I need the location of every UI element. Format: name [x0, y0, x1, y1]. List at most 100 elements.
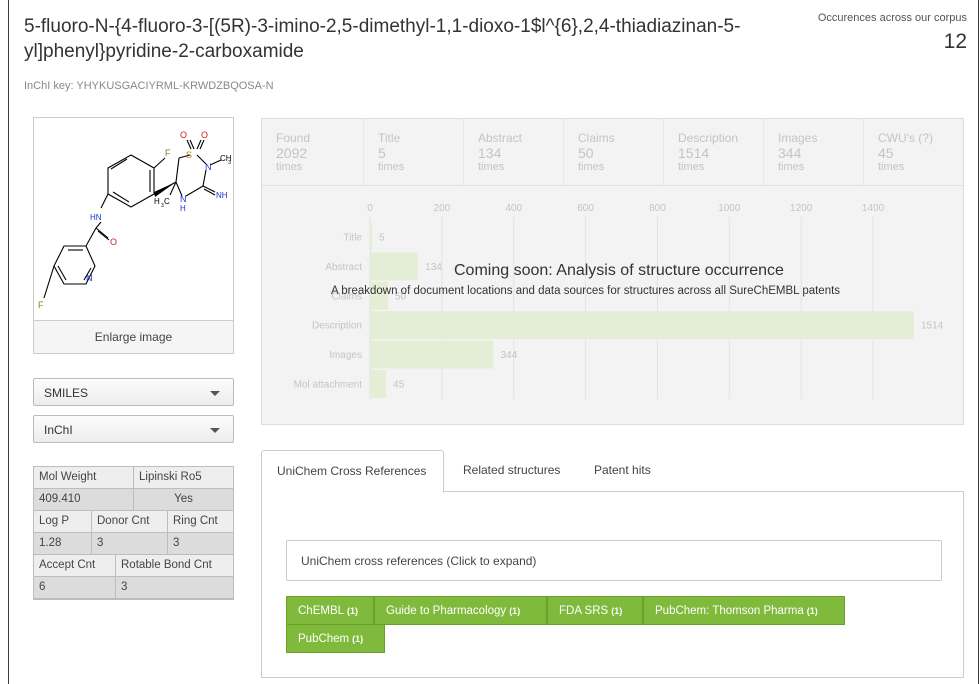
data-label: 1514: [921, 321, 944, 332]
stat-value: 45: [878, 145, 894, 161]
property-label: Log P: [34, 511, 92, 533]
inchi-dropdown[interactable]: InChI: [33, 415, 234, 443]
unichem-expand-toggle[interactable]: UniChem cross references (Click to expan…: [286, 540, 942, 581]
data-label: 134: [425, 262, 442, 273]
category-label: Title: [343, 233, 362, 244]
category-label: Mol attachment: [294, 380, 363, 391]
atom-label: C: [164, 197, 170, 206]
stat-unit: times: [578, 161, 605, 173]
inchi-key: InChI key: YHYKUSGACIYRML-KRWDZBQOSA-N: [24, 80, 274, 92]
chevron-down-icon: [210, 391, 220, 396]
stat-tab-images: Images 344 times: [763, 119, 863, 185]
properties-value-row: 6 3: [34, 577, 233, 599]
stat-value: 2092: [276, 145, 308, 161]
property-value: 1.28: [34, 533, 92, 555]
stat-label: CWU's (?): [878, 131, 933, 145]
badge-label: PubChem: Thomson Pharma: [655, 605, 804, 617]
properties-header-row: Mol Weight Lipinski Ro5: [34, 467, 233, 489]
x-tick-label: 1400: [862, 203, 885, 214]
property-label: Rotable Bond Cnt: [116, 555, 233, 577]
badge-label: ChEMBL: [298, 605, 345, 617]
stat-tab-cwus: CWU's (?) 45 times: [863, 119, 963, 185]
stat-tab-claims: Claims 50 times: [563, 119, 663, 185]
property-value: 3: [168, 533, 233, 555]
x-tick-label: 400: [505, 203, 522, 214]
badge-count: (1): [352, 634, 364, 644]
tab-unichem-cross-references[interactable]: UniChem Cross References: [261, 450, 444, 493]
x-tick-label: 600: [577, 203, 594, 214]
badge-label: Guide to Pharmacology: [386, 605, 507, 617]
properties-header-row: Accept Cnt Rotable Bond Cnt: [34, 555, 233, 577]
atom-label: S: [186, 150, 192, 160]
property-label: Mol Weight: [34, 467, 134, 489]
stat-unit: times: [778, 161, 805, 173]
inchi-dropdown-label: InChI: [44, 423, 73, 437]
stat-label: Title: [378, 131, 401, 145]
data-label: 344: [501, 350, 518, 361]
stat-tab-title: Title 5 times: [363, 119, 463, 185]
source-badge-pubchem[interactable]: PubChem (1): [286, 624, 385, 653]
bar: [370, 370, 387, 398]
tab-strip: UniChem Cross References Related structu…: [261, 450, 964, 493]
smiles-dropdown-label: SMILES: [44, 386, 89, 400]
stat-value: 5: [378, 145, 386, 161]
unichem-tab-content: UniChem cross references (Click to expan…: [261, 492, 964, 678]
badge-count: (1): [347, 606, 359, 616]
property-value: 3: [92, 533, 168, 555]
properties-value-row: 409.410 Yes: [34, 489, 233, 511]
occurrence-bar-chart: 0 200 400 600 800 1000 1200 1400 Title 5 Abstract 1…: [294, 203, 944, 399]
atom-label: N: [86, 273, 93, 283]
stat-tab-abstract: Abstract 134 times: [463, 119, 563, 185]
badge-count: (1): [806, 606, 818, 616]
stat-unit: times: [276, 161, 303, 173]
atom-label: H: [154, 197, 160, 206]
property-value: 409.410: [34, 489, 134, 511]
tab-related-structures[interactable]: Related structures: [463, 463, 560, 477]
properties-table: Mol Weight Lipinski Ro5 409.410 Yes Log …: [33, 466, 234, 600]
badge-count: (1): [509, 606, 521, 616]
atom-label: F: [38, 300, 44, 310]
source-badge-guide-to-pharmacology[interactable]: Guide to Pharmacology (1): [374, 596, 547, 625]
stat-unit: times: [678, 161, 705, 173]
occurrences-label: Occurences across our corpus: [817, 12, 967, 24]
atom-label: F: [165, 148, 171, 158]
source-badge-pubchem-thomson-pharma[interactable]: PubChem: Thomson Pharma (1): [643, 596, 845, 625]
bar: [370, 340, 494, 369]
atom-label: O: [201, 130, 208, 140]
occurrences-value: 12: [943, 30, 967, 53]
tab-patent-hits[interactable]: Patent hits: [594, 463, 651, 477]
coming-soon-subtitle: A breakdown of document locations and da…: [331, 285, 841, 297]
cross-reference-tabs-panel: UniChem Cross References Related structu…: [261, 450, 964, 678]
x-tick-label: 200: [434, 203, 451, 214]
source-badge-fda-srs[interactable]: FDA SRS (1): [547, 596, 643, 625]
stat-tab-description: Description 1514 times: [663, 119, 763, 185]
property-label: Lipinski Ro5: [134, 467, 233, 489]
x-tick-label: 1000: [718, 203, 741, 214]
bar: [370, 252, 419, 281]
category-label: Images: [329, 350, 362, 361]
enlarge-image-button[interactable]: Enlarge image: [34, 320, 233, 353]
property-label: Ring Cnt: [168, 511, 233, 533]
atom-label: NH: [216, 191, 228, 200]
property-value: 3: [116, 577, 233, 599]
stat-label: Description: [678, 131, 739, 145]
category-label: Abstract: [325, 262, 362, 273]
atom-label: N: [205, 162, 212, 172]
property-value: 6: [34, 577, 116, 599]
stat-label: Images: [778, 131, 818, 145]
bar: [370, 223, 372, 251]
property-value: Yes: [134, 489, 233, 511]
stat-tab-found: Found 2092 times: [262, 119, 363, 185]
properties-value-row: 1.28 3 3: [34, 533, 233, 555]
stat-label: Found: [276, 131, 311, 145]
atom-label: O: [180, 130, 187, 140]
chevron-down-icon: [210, 428, 220, 433]
x-tick-label: 800: [649, 203, 666, 214]
atom-label: 3: [228, 160, 231, 166]
occurrence-stat-tabs: Found 2092 times Title 5 times Abstract …: [262, 119, 963, 186]
stat-value: 1514: [678, 145, 710, 161]
property-label: Donor Cnt: [92, 511, 168, 533]
bar: [370, 311, 914, 340]
source-badge-chembl[interactable]: ChEMBL (1): [286, 596, 374, 625]
smiles-dropdown[interactable]: SMILES: [33, 378, 234, 406]
